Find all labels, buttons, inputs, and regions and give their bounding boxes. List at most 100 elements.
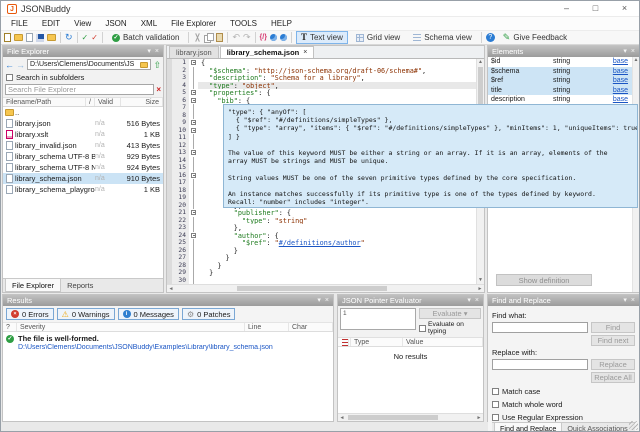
new-file-icon[interactable] <box>4 33 11 42</box>
evaluate-on-typing-checkbox[interactable] <box>419 325 426 332</box>
close-tab-icon[interactable]: × <box>303 47 307 58</box>
file-row[interactable]: library_schema UTF-8 NO BO...n/a924 Byte… <box>3 162 163 173</box>
pointer-expression-input[interactable]: 1 <box>340 308 416 330</box>
pointer-horizontal-scrollbar[interactable]: ◄ ► <box>338 413 483 421</box>
maximize-button[interactable]: □ <box>581 1 610 17</box>
search-subfolders-checkbox[interactable] <box>6 74 13 81</box>
element-row[interactable]: titlestringbase <box>488 86 632 96</box>
results-column-header[interactable]: ? <box>3 323 17 331</box>
fold-margin[interactable] <box>189 209 198 217</box>
close-icon[interactable]: × <box>475 295 479 306</box>
scroll-up-icon[interactable]: ▲ <box>477 59 484 66</box>
fold-margin[interactable] <box>189 142 198 150</box>
cut-icon[interactable] <box>193 33 201 42</box>
fold-margin[interactable] <box>189 269 198 277</box>
fold-margin[interactable] <box>189 194 198 202</box>
menu-view[interactable]: View <box>67 17 98 30</box>
fold-margin[interactable] <box>189 232 198 240</box>
fold-margin[interactable] <box>189 217 198 225</box>
editor-line[interactable]: 21"publisher": { <box>167 209 484 217</box>
clear-search-icon[interactable]: × <box>156 85 161 94</box>
file-row[interactable]: library_schema_playground.jsonn/a1 KB <box>3 184 163 195</box>
fold-margin[interactable] <box>189 224 198 232</box>
chevron-down-icon[interactable]: ▾ <box>467 295 471 306</box>
fold-margin[interactable] <box>189 89 198 97</box>
fold-collapse-icon[interactable] <box>191 128 196 133</box>
menu-help[interactable]: HELP <box>264 17 299 30</box>
dock-tab-reports[interactable]: Reports <box>61 279 99 292</box>
fold-margin[interactable] <box>189 59 198 67</box>
check-wellformed-icon[interactable]: ✓ <box>82 33 89 42</box>
scroll-left-icon[interactable]: ◄ <box>338 414 346 422</box>
menu-file[interactable]: FILE <box>4 17 35 30</box>
editor-line[interactable]: 6"bib": { <box>167 97 484 105</box>
fold-collapse-icon[interactable] <box>191 173 196 178</box>
show-definition-button[interactable]: Show definition <box>496 274 592 286</box>
menu-xml[interactable]: XML <box>134 17 164 30</box>
scroll-up-icon[interactable]: ▲ <box>633 57 639 64</box>
save-all-icon[interactable] <box>47 34 56 41</box>
patch-filter-button[interactable]: ⚙0 Patches <box>182 308 236 320</box>
browse-folder-icon[interactable] <box>140 62 148 68</box>
file-row[interactable]: library_schema UTF-8 BOM.jsonn/a929 Byte… <box>3 151 163 162</box>
result-file-path[interactable]: D:\Users\Clemens\Documents\JSONBuddy\Exa… <box>3 344 333 351</box>
error-filter-button[interactable]: ×0 Errors <box>6 308 54 320</box>
fold-collapse-icon[interactable] <box>191 210 196 215</box>
give-feedback-button[interactable]: ✎ Give Feedback <box>498 31 572 44</box>
element-base-link[interactable]: base <box>613 67 632 77</box>
fold-margin[interactable] <box>189 127 198 135</box>
fold-margin[interactable] <box>189 157 198 165</box>
fold-margin[interactable] <box>189 97 198 105</box>
fold-margin[interactable] <box>189 74 198 82</box>
find-button[interactable]: Find <box>591 322 635 333</box>
close-file-icon[interactable] <box>26 33 33 42</box>
chevron-down-icon[interactable]: ▾ <box>147 46 151 57</box>
fold-margin[interactable] <box>189 277 198 285</box>
menu-json[interactable]: JSON <box>98 17 133 30</box>
element-row[interactable]: $schemastringbase <box>488 67 632 77</box>
file-row[interactable]: library_schema.jsonn/a910 Bytes <box>3 173 163 184</box>
path-input[interactable]: D:\Users\Clemens\Documents\JS <box>27 59 151 70</box>
fold-margin[interactable] <box>189 239 198 247</box>
replace-all-button[interactable]: Replace All <box>591 372 635 383</box>
editor-line[interactable]: 25"$ref": "#/definitions/author" <box>167 239 484 247</box>
validate-icon[interactable]: ✓ <box>91 33 98 42</box>
scroll-right-icon[interactable]: ► <box>476 285 484 293</box>
fold-margin[interactable] <box>189 67 198 75</box>
element-row[interactable]: $idstringbase <box>488 57 632 67</box>
resize-grip[interactable] <box>629 421 638 430</box>
element-base-link[interactable]: base <box>613 57 632 67</box>
fold-margin[interactable] <box>189 149 198 157</box>
editor-line[interactable]: 28} <box>167 262 484 270</box>
editor-horizontal-scrollbar[interactable]: ◄ ► <box>167 284 484 292</box>
fold-margin[interactable] <box>189 187 198 195</box>
results-column-header[interactable]: Severity <box>17 323 245 331</box>
chevron-down-icon[interactable]: ▾ <box>317 295 321 306</box>
dock-tab-quick-associations[interactable]: Quick Associations <box>562 423 632 432</box>
results-column-header[interactable]: Line <box>245 323 289 331</box>
column-header[interactable]: Filename/Path <box>3 98 86 106</box>
fold-margin[interactable] <box>189 179 198 187</box>
fold-collapse-icon[interactable] <box>191 60 196 65</box>
back-icon[interactable]: ← <box>5 60 14 70</box>
fold-margin[interactable] <box>189 247 198 255</box>
editor-line[interactable]: 22"type": "string" <box>167 217 484 225</box>
file-row[interactable]: library.jsonn/a516 Bytes <box>3 118 163 129</box>
column-header[interactable]: Valid <box>95 98 121 106</box>
json-syntax-icon[interactable]: {/} <box>260 33 267 42</box>
fold-margin[interactable] <box>189 134 198 142</box>
editor-line[interactable]: 27} <box>167 254 484 262</box>
editor-line[interactable]: 2"$schema": "http://json-schema.org/draf… <box>167 67 484 75</box>
fold-margin[interactable] <box>189 202 198 210</box>
message-filter-button[interactable]: i0 Messages <box>118 308 179 320</box>
save-icon[interactable] <box>36 34 44 42</box>
forward-icon[interactable]: → <box>16 60 25 70</box>
checkbox[interactable] <box>492 388 499 395</box>
paste-icon[interactable] <box>216 33 223 42</box>
checkbox[interactable] <box>492 401 499 408</box>
menu-edit[interactable]: EDIT <box>35 17 67 30</box>
editor-line[interactable]: 5"properties": { <box>167 89 484 97</box>
scroll-right-icon[interactable]: ► <box>475 414 483 422</box>
fold-margin[interactable] <box>189 262 198 270</box>
help-icon[interactable]: ? <box>486 33 495 42</box>
